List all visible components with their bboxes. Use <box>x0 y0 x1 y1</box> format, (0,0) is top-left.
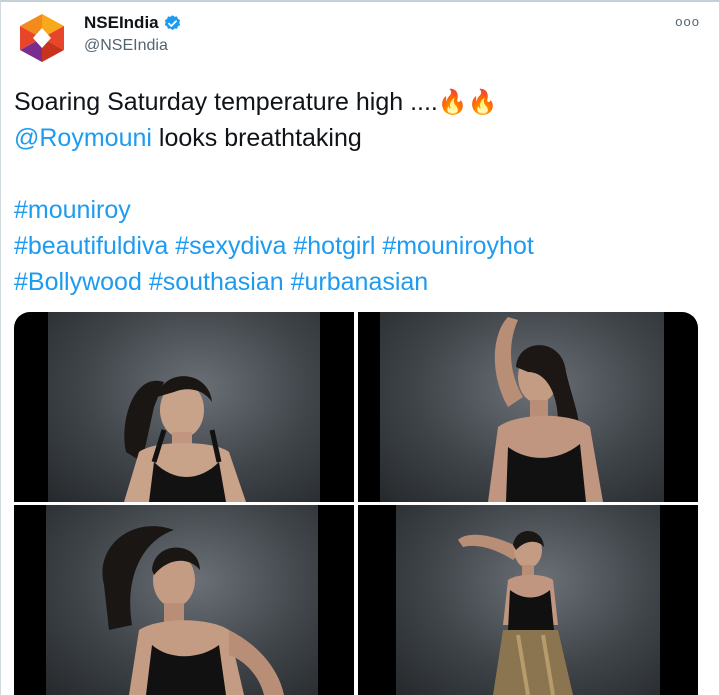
hashtag-link[interactable]: #southasian <box>149 268 284 296</box>
display-name[interactable]: NSEIndia <box>84 13 159 33</box>
photo-1[interactable] <box>14 312 354 502</box>
nse-logo-icon <box>14 10 70 66</box>
hashtag-link[interactable]: #mouniroyhot <box>382 232 533 260</box>
tweet-line-2-text: looks breathtaking <box>151 124 362 152</box>
photo-4-image <box>458 530 573 695</box>
photo-2-image <box>488 317 603 502</box>
handle[interactable]: @NSEIndia <box>84 37 168 55</box>
photo-3[interactable] <box>14 505 354 695</box>
hashtag-line-2: #beautifuldiva #sexydiva #hotgirl #mouni… <box>14 228 704 264</box>
hashtag-link[interactable]: #Bollywood <box>14 268 142 296</box>
hashtag-line-3: #Bollywood #southasian #urbanasian <box>14 264 704 300</box>
tweet-line-2: @Roymouni looks breathtaking <box>14 120 704 156</box>
tweet-line-1-text: Soaring Saturday temperature high .... <box>14 88 438 116</box>
hashtag-link[interactable]: #urbanasian <box>291 268 429 296</box>
photo-4[interactable] <box>358 505 698 695</box>
photo-3-image <box>102 526 284 695</box>
media-grid <box>14 312 698 695</box>
photo-2[interactable] <box>358 312 698 502</box>
hashtag-link[interactable]: #sexydiva <box>175 232 286 260</box>
hashtag-link[interactable]: #hotgirl <box>293 232 375 260</box>
more-options-icon[interactable]: ooo <box>675 14 700 29</box>
photo-1-image <box>124 376 246 502</box>
verified-badge-icon <box>164 14 180 30</box>
hashtag-line-1: #mouniroy <box>14 192 704 228</box>
tweet-text: Soaring Saturday temperature high ....🔥🔥… <box>14 84 704 300</box>
mention-link[interactable]: @Roymouni <box>14 124 152 152</box>
avatar[interactable] <box>14 10 70 66</box>
fire-emoji-icon: 🔥🔥 <box>437 89 498 116</box>
tweet-line-1: Soaring Saturday temperature high ....🔥🔥 <box>14 84 704 120</box>
hashtag-link[interactable]: #beautifuldiva <box>14 232 168 260</box>
hashtag-link[interactable]: #mouniroy <box>14 196 131 224</box>
